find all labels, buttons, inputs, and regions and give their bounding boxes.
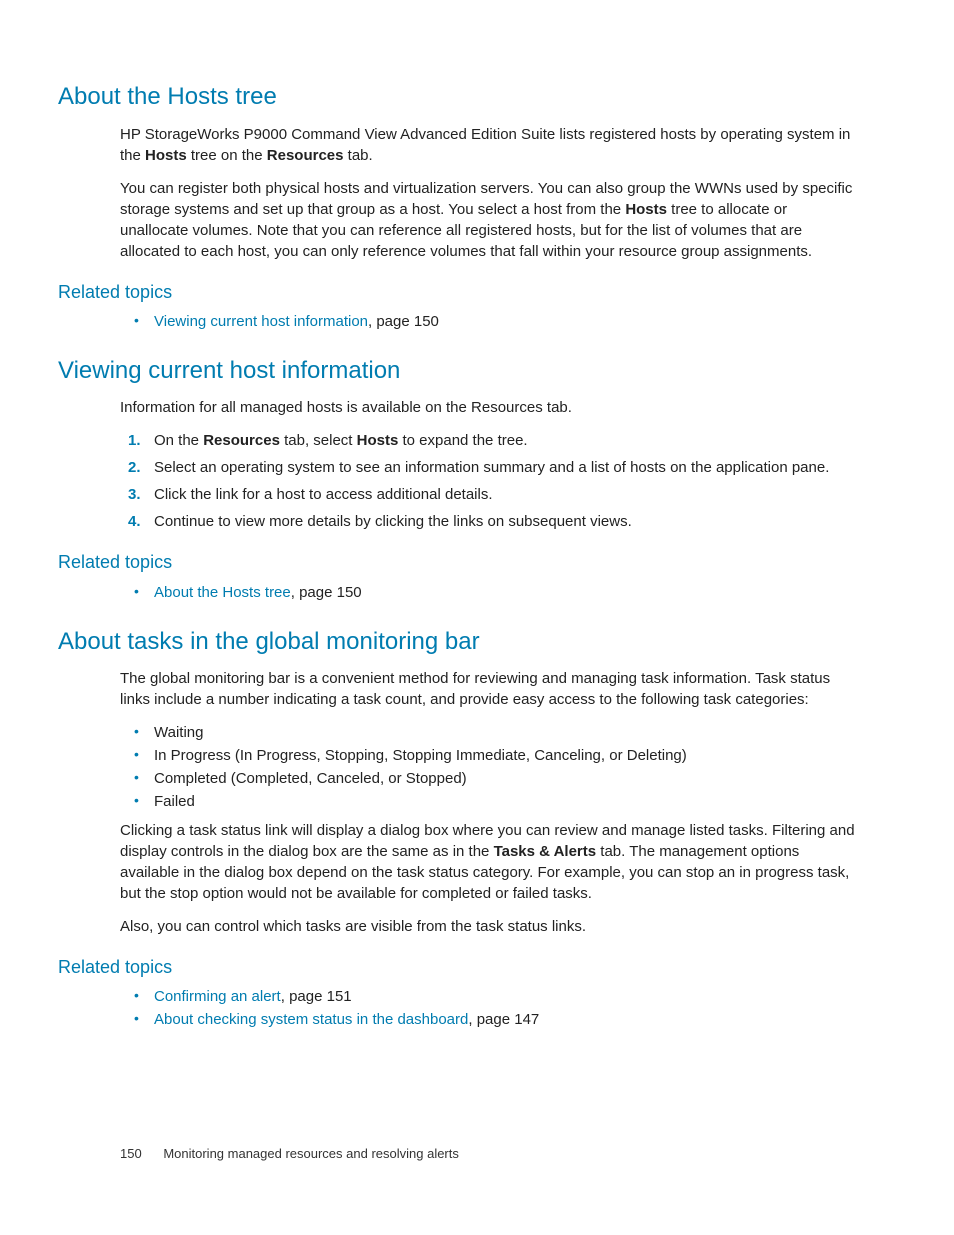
related-topics-heading: Related topics (58, 550, 856, 575)
bold-text: Tasks & Alerts (494, 843, 597, 860)
related-topics-heading: Related topics (58, 280, 856, 305)
page-footer: 150 Monitoring managed resources and res… (120, 1145, 459, 1163)
text: tree on the (187, 147, 267, 164)
section3-related: Confirming an alert, page 151 About chec… (120, 986, 856, 1030)
steps-list: On the Resources tab, select Hosts to ex… (120, 430, 856, 532)
related-topics-list: About the Hosts tree, page 150 (120, 582, 856, 603)
bold-text: Hosts (357, 432, 399, 449)
text: , page 147 (468, 1011, 539, 1028)
section3-para3: Also, you can control which tasks are vi… (120, 916, 856, 937)
heading-about-hosts-tree: About the Hosts tree (58, 80, 856, 114)
text: On the (154, 432, 203, 449)
list-item: Waiting (120, 722, 856, 743)
step-item: Click the link for a host to access addi… (120, 484, 856, 505)
text: , page 150 (368, 313, 439, 330)
heading-viewing-current-host-info: Viewing current host information (58, 354, 856, 388)
section3-body: The global monitoring bar is a convenien… (120, 668, 856, 937)
link-confirming-an-alert[interactable]: Confirming an alert (154, 988, 281, 1005)
section1-body: HP StorageWorks P9000 Command View Advan… (120, 124, 856, 262)
document-page: About the Hosts tree HP StorageWorks P90… (0, 0, 954, 1235)
list-item: Viewing current host information, page 1… (120, 311, 856, 332)
section2-related: About the Hosts tree, page 150 (120, 582, 856, 603)
section1-para2: You can register both physical hosts and… (120, 178, 856, 262)
bold-text: Hosts (625, 201, 667, 218)
section2-para1: Information for all managed hosts is ava… (120, 397, 856, 418)
text: tab, select (280, 432, 357, 449)
chapter-title: Monitoring managed resources and resolvi… (163, 1146, 459, 1161)
related-topics-list: Confirming an alert, page 151 About chec… (120, 986, 856, 1030)
link-about-hosts-tree[interactable]: About the Hosts tree (154, 584, 291, 601)
bold-text: Resources (267, 147, 344, 164)
heading-about-tasks-global-monitoring: About tasks in the global monitoring bar (58, 625, 856, 659)
text: , page 150 (291, 584, 362, 601)
list-item: About the Hosts tree, page 150 (120, 582, 856, 603)
text: to expand the tree. (398, 432, 527, 449)
link-about-checking-system-status[interactable]: About checking system status in the dash… (154, 1011, 468, 1028)
section3-para1: The global monitoring bar is a convenien… (120, 668, 856, 710)
link-viewing-current-host-info[interactable]: Viewing current host information (154, 313, 368, 330)
section1-para1: HP StorageWorks P9000 Command View Advan… (120, 124, 856, 166)
step-item: On the Resources tab, select Hosts to ex… (120, 430, 856, 451)
list-item: In Progress (In Progress, Stopping, Stop… (120, 745, 856, 766)
related-topics-list: Viewing current host information, page 1… (120, 311, 856, 332)
list-item: About checking system status in the dash… (120, 1009, 856, 1030)
task-categories-list: Waiting In Progress (In Progress, Stoppi… (120, 722, 856, 812)
section2-body: Information for all managed hosts is ava… (120, 397, 856, 532)
step-item: Select an operating system to see an inf… (120, 457, 856, 478)
text: , page 151 (281, 988, 352, 1005)
bold-text: Hosts (145, 147, 187, 164)
page-number: 150 (120, 1146, 142, 1161)
step-item: Continue to view more details by clickin… (120, 511, 856, 532)
bold-text: Resources (203, 432, 280, 449)
related-topics-heading: Related topics (58, 955, 856, 980)
text: tab. (344, 147, 373, 164)
list-item: Completed (Completed, Canceled, or Stopp… (120, 768, 856, 789)
section1-related: Viewing current host information, page 1… (120, 311, 856, 332)
section3-para2: Clicking a task status link will display… (120, 820, 856, 904)
list-item: Confirming an alert, page 151 (120, 986, 856, 1007)
list-item: Failed (120, 791, 856, 812)
